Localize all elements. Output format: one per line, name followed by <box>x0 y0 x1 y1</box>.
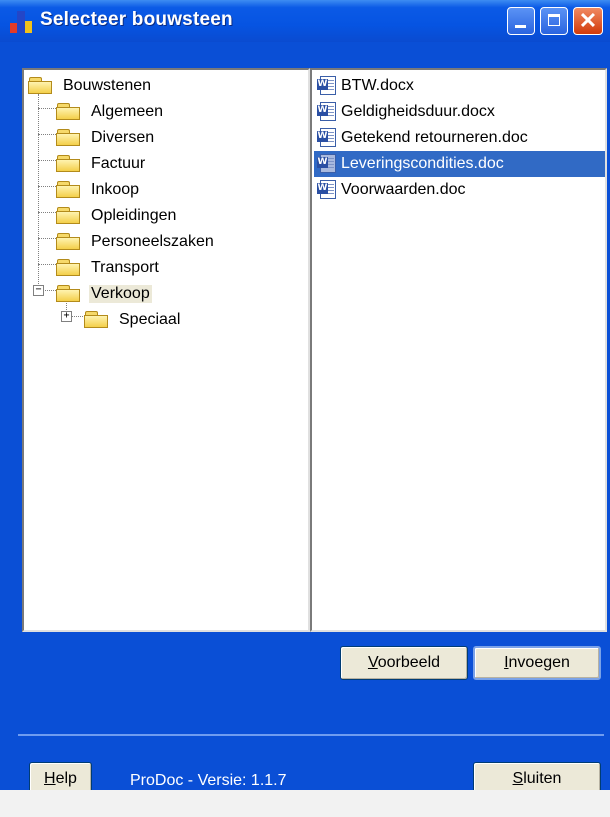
folder-icon <box>56 259 82 277</box>
tree-item-opleidingen[interactable]: Opleidingen <box>56 203 178 229</box>
preview-button[interactable]: Voorbeeld <box>340 646 468 680</box>
tree-line <box>38 160 56 161</box>
folder-icon <box>56 181 82 199</box>
word-document-icon: W <box>317 76 337 96</box>
tree-item-label: Factuur <box>91 155 146 172</box>
word-document-icon: W <box>317 102 337 122</box>
folder-icon <box>56 129 82 147</box>
tree-line <box>71 316 83 317</box>
tree-item-label: Inkoop <box>91 181 140 198</box>
tree-line <box>38 212 56 213</box>
tree-item-label: Opleidingen <box>91 207 177 224</box>
list-item-label: Getekend retourneren.doc <box>341 129 528 146</box>
tree-item-transport[interactable]: Transport <box>56 255 161 281</box>
list-item-getekend-retourneren[interactable]: W Getekend retourneren.doc <box>314 125 605 151</box>
minimize-icon <box>515 25 526 28</box>
list-item-label: Voorwaarden.doc <box>341 181 466 198</box>
tree-line <box>38 108 56 109</box>
tree-line <box>43 290 56 291</box>
tree-line <box>38 264 56 265</box>
tree-item-diversen[interactable]: Diversen <box>56 125 156 151</box>
folder-icon <box>56 103 82 121</box>
preview-mnemonic: V <box>367 654 378 671</box>
folder-icon <box>84 311 110 329</box>
word-document-icon: W <box>317 180 337 200</box>
word-document-icon: W <box>317 128 337 148</box>
tree-item-bouwstenen[interactable]: Bouwstenen <box>28 73 153 99</box>
tree-line <box>38 134 56 135</box>
close-window-button[interactable]: ✕ <box>573 7 603 35</box>
help-mnemonic: H <box>44 770 56 787</box>
list-item-label: Geldigheidsduur.docx <box>341 103 495 120</box>
preview-label: oorbeeld <box>377 654 441 671</box>
folder-icon <box>56 155 82 173</box>
maximize-icon <box>548 14 560 26</box>
bottom-strip <box>0 790 610 817</box>
help-button[interactable]: Help <box>29 762 92 790</box>
list-item-label: BTW.docx <box>341 77 414 94</box>
folder-icon <box>56 207 82 225</box>
dialog-window: Selecteer bouwsteen ✕ Bouwstenen Algemee… <box>0 0 610 790</box>
folder-icon <box>56 285 82 303</box>
window-title: Selecteer bouwsteen <box>40 9 233 30</box>
tree-item-inkoop[interactable]: Inkoop <box>56 177 141 203</box>
list-item-geldigheidsduur[interactable]: W Geldigheidsduur.docx <box>314 99 605 125</box>
expand-toggle-icon[interactable]: + <box>61 311 72 322</box>
word-document-icon: W <box>317 154 337 174</box>
tree-line <box>38 186 56 187</box>
app-icon <box>10 11 32 33</box>
folder-icon <box>28 77 54 95</box>
tree-item-speciaal[interactable]: Speciaal <box>84 307 182 333</box>
tree-item-label: Transport <box>91 259 159 276</box>
insert-label: nvoegen <box>508 654 570 671</box>
tree-item-algemeen[interactable]: Algemeen <box>56 99 165 125</box>
version-label: ProDoc - Versie: 1.1.7 <box>130 772 287 789</box>
list-item-label: Leveringscondities.doc <box>341 155 504 172</box>
list-item-voorwaarden[interactable]: W Voorwaarden.doc <box>314 177 605 203</box>
tree-item-verkoop[interactable]: Verkoop <box>56 281 152 307</box>
tree-item-personeelszaken[interactable]: Personeelszaken <box>56 229 216 255</box>
file-list[interactable]: W BTW.docx W Geldigheidsduur.docx W Gete… <box>310 68 607 632</box>
maximize-button[interactable] <box>540 7 568 35</box>
title-bar[interactable]: Selecteer bouwsteen ✕ <box>0 0 610 42</box>
tree-item-label: Diversen <box>91 129 155 146</box>
tree-item-label: Algemeen <box>91 103 164 120</box>
divider <box>18 734 604 736</box>
tree-line <box>38 238 56 239</box>
tree-item-factuur[interactable]: Factuur <box>56 151 147 177</box>
help-label: elp <box>55 770 77 787</box>
tree-item-label: Verkoop <box>89 285 152 303</box>
close-label: luiten <box>523 770 562 787</box>
insert-button[interactable]: Invoegen <box>473 646 601 680</box>
tree-item-label: Bouwstenen <box>63 77 152 94</box>
collapse-toggle-icon[interactable]: − <box>33 285 44 296</box>
tree-line <box>38 94 39 292</box>
folder-tree[interactable]: Bouwstenen Algemeen Diversen Factuur Ink… <box>22 68 310 632</box>
close-mnemonic: S <box>512 770 524 787</box>
list-item-btw[interactable]: W BTW.docx <box>314 73 605 99</box>
folder-icon <box>56 233 82 251</box>
list-item-leveringscondities[interactable]: W Leveringscondities.doc <box>314 151 605 177</box>
tree-item-label: Speciaal <box>119 311 181 328</box>
close-button[interactable]: Sluiten <box>473 762 601 790</box>
minimize-button[interactable] <box>507 7 535 35</box>
close-icon: ✕ <box>578 8 598 33</box>
tree-item-label: Personeelszaken <box>91 233 214 250</box>
